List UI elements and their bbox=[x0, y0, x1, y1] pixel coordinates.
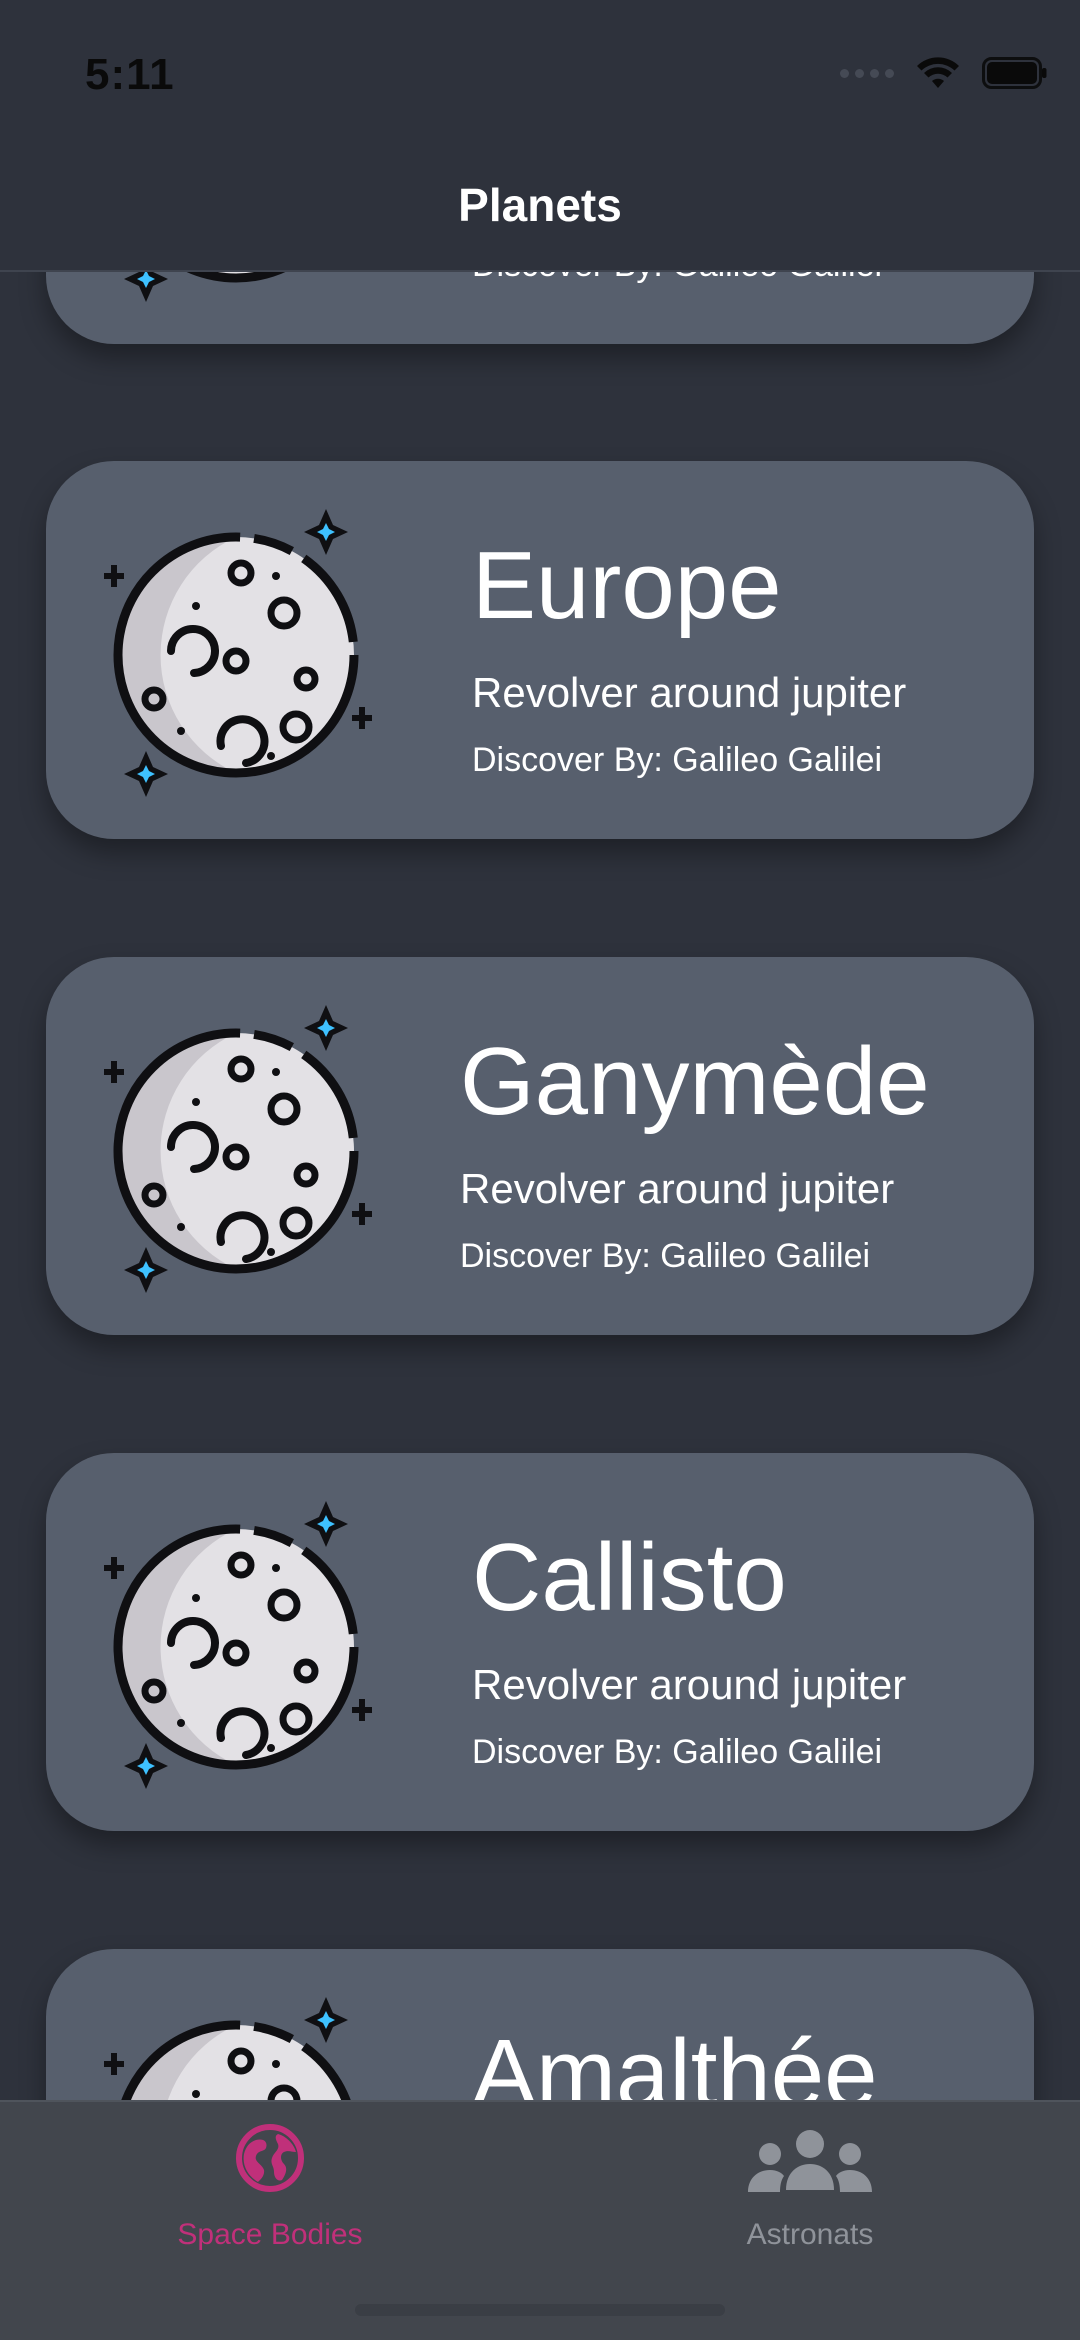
planet-card[interactable]: Europe Revolver around jupiter Discover … bbox=[46, 461, 1034, 839]
cellular-signal-icon bbox=[840, 68, 894, 78]
planet-name: Europe bbox=[472, 532, 782, 639]
tab-astronats[interactable]: Astronats bbox=[540, 2102, 1080, 2302]
planet-card[interactable]: Ganymède Revolver around jupiter Discove… bbox=[46, 957, 1034, 1335]
globe-icon bbox=[236, 2124, 304, 2192]
moon-icon bbox=[86, 997, 386, 1297]
wifi-icon bbox=[917, 57, 959, 88]
planet-orbit: Revolver around jupiter bbox=[460, 1165, 895, 1212]
status-bar: 5:11 bbox=[0, 0, 1080, 150]
tab-label: Astronats bbox=[746, 2218, 874, 2251]
battery-icon bbox=[982, 57, 1047, 89]
tab-space-bodies[interactable]: Space Bodies bbox=[0, 2102, 540, 2302]
planet-card[interactable]: Callisto Revolver around jupiter Discove… bbox=[46, 1453, 1034, 1831]
moon-icon bbox=[86, 501, 386, 801]
planet-discoverer: Discover By: Galileo Galilei bbox=[472, 741, 883, 779]
status-time: 5:11 bbox=[85, 50, 175, 99]
app-screen: Discover By: Galileo Galilei Europe Revo… bbox=[0, 0, 1080, 2340]
planet-discoverer: Discover By: Galileo Galilei bbox=[460, 1237, 871, 1275]
people-group-icon bbox=[748, 2130, 872, 2192]
planet-list[interactable]: Discover By: Galileo Galilei Europe Revo… bbox=[0, 0, 1080, 2340]
planet-name: Callisto bbox=[472, 1524, 787, 1631]
planet-orbit: Revolver around jupiter bbox=[472, 1661, 907, 1708]
planet-orbit: Revolver around jupiter bbox=[472, 669, 907, 716]
home-indicator bbox=[355, 2304, 725, 2316]
planet-name: Ganymède bbox=[460, 1028, 930, 1135]
moon-icon bbox=[86, 1493, 386, 1793]
page-title: Planets bbox=[458, 179, 622, 231]
status-indicators bbox=[840, 56, 1048, 90]
planet-discoverer: Discover By: Galileo Galilei bbox=[472, 1733, 883, 1771]
tab-label: Space Bodies bbox=[177, 2218, 363, 2251]
